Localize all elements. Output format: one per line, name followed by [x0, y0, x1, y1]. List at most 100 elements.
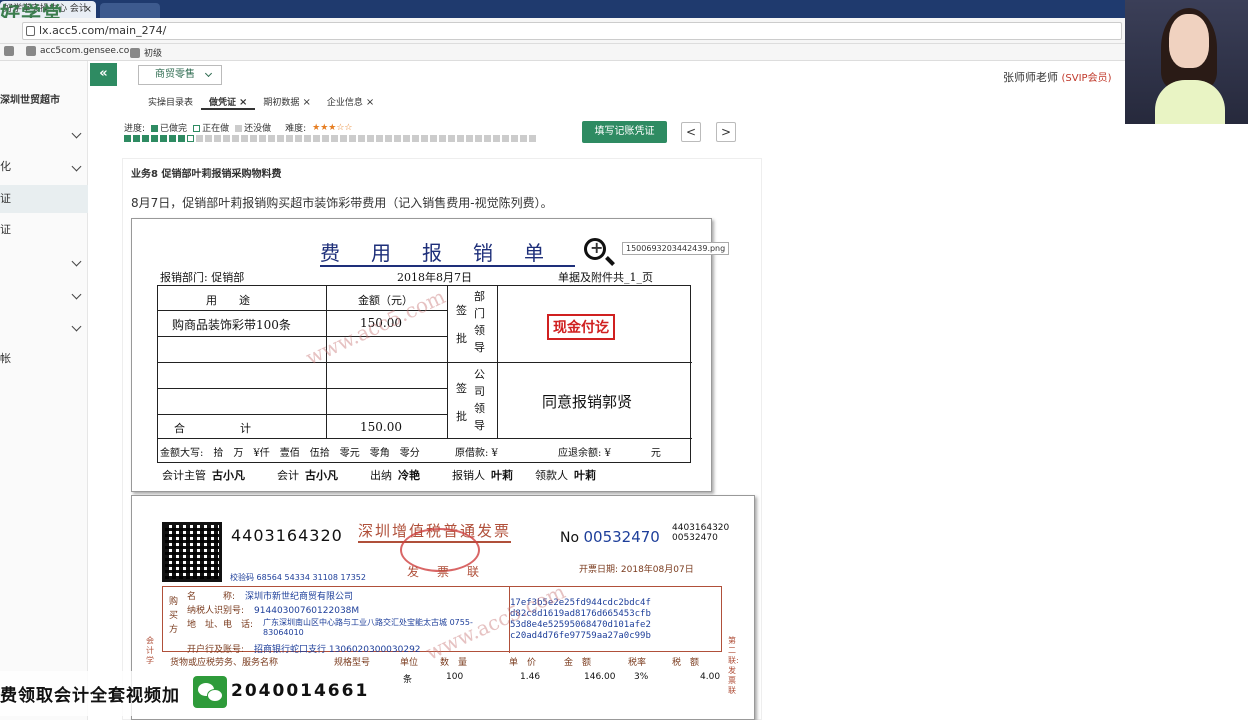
url-input[interactable]: lx.acc5.com/main_274/ — [22, 22, 1122, 40]
progress-cell[interactable] — [394, 135, 401, 142]
progress-cell[interactable] — [277, 135, 284, 142]
progress-cell[interactable] — [124, 135, 131, 142]
leader-char: 门 — [474, 307, 485, 320]
progress-cell[interactable] — [457, 135, 464, 142]
difficulty-label: 难度: — [285, 124, 307, 134]
sidebar-item-1[interactable] — [0, 120, 88, 148]
progress-cell[interactable] — [493, 135, 500, 142]
progress-cell[interactable] — [187, 135, 194, 142]
progress-cell[interactable] — [178, 135, 185, 142]
progress-cell[interactable] — [529, 135, 536, 142]
difficulty-stars: ★★★☆☆ — [312, 122, 353, 133]
progress-cell[interactable] — [250, 135, 257, 142]
progress-cell[interactable] — [448, 135, 455, 142]
wechat-icon — [193, 676, 227, 708]
progress-cell[interactable] — [313, 135, 320, 142]
sidebar-item-3[interactable]: 证 — [0, 185, 88, 213]
bookmark-chuji[interactable]: 初级 — [130, 46, 162, 59]
progress-cell[interactable] — [322, 135, 329, 142]
tab-directory[interactable]: 实操目录表 — [140, 92, 201, 110]
sidebar-item-5[interactable] — [0, 248, 88, 276]
leader-char: 领 — [474, 402, 485, 415]
progress-cell[interactable] — [475, 135, 482, 142]
close-icon[interactable]: × — [366, 97, 374, 108]
invoice-left-side: 会计学 — [146, 636, 154, 665]
bookmarks-bar: acc5com.gensee.co 初级 — [0, 44, 1125, 61]
progress-cell[interactable] — [340, 135, 347, 142]
tab-label: 做凭证 — [209, 98, 237, 108]
sidebar-item-7[interactable] — [0, 313, 88, 341]
sidebar-item-8[interactable]: 帐 — [0, 345, 88, 373]
progress-cell[interactable] — [466, 135, 473, 142]
bookmark-apps[interactable] — [4, 46, 14, 56]
sig-label: 会计 — [277, 469, 299, 482]
progress-cell[interactable] — [439, 135, 446, 142]
prev-button[interactable]: < — [681, 122, 701, 142]
store-name: 深圳世贸超市 — [0, 95, 60, 106]
invoice-no-value: 00532470 — [583, 528, 660, 546]
close-icon[interactable]: × — [239, 97, 247, 108]
progress-cell[interactable] — [376, 135, 383, 142]
progress-cell[interactable] — [142, 135, 149, 142]
info-icon[interactable] — [26, 26, 35, 36]
progress-cell[interactable] — [268, 135, 275, 142]
progress-cell[interactable] — [412, 135, 419, 142]
progress-cell[interactable] — [232, 135, 239, 142]
progress-cell[interactable] — [151, 135, 158, 142]
collapse-sidebar-button[interactable]: « — [90, 63, 117, 86]
progress-cell[interactable] — [304, 135, 311, 142]
progress-cell[interactable] — [430, 135, 437, 142]
progress-cell[interactable] — [259, 135, 266, 142]
browser-tab-inactive[interactable] — [100, 3, 160, 18]
progress-cell[interactable] — [214, 135, 221, 142]
progress-cell[interactable] — [331, 135, 338, 142]
goods-col-rate: 税率 — [628, 658, 647, 668]
chevron-down-icon — [71, 161, 82, 172]
tab-opening-data[interactable]: 期初数据 × — [255, 92, 318, 110]
webcam-video — [1125, 0, 1248, 124]
tab-voucher[interactable]: 做凭证 × — [201, 92, 256, 110]
todo-square-icon — [235, 125, 243, 132]
expense-form-image[interactable]: 费用报销单 报销部门: 促销部 2018年8月7日 单据及附件共_1_页 用 途… — [131, 218, 712, 492]
field-label: 名 称: — [187, 592, 236, 602]
next-button[interactable]: > — [716, 122, 736, 142]
progress-cell[interactable] — [223, 135, 230, 142]
close-icon[interactable]: × — [302, 97, 310, 108]
bookmark-label: acc5com.gensee.co — [40, 46, 130, 56]
product-dropdown[interactable]: 商贸零售 — [138, 65, 222, 85]
progress-cell[interactable] — [295, 135, 302, 142]
sidebar-item-label: 证 — [0, 192, 11, 205]
progress-cell[interactable] — [241, 135, 248, 142]
progress-cell[interactable] — [196, 135, 203, 142]
close-icon[interactable]: × — [84, 1, 92, 18]
progress-cell[interactable] — [367, 135, 374, 142]
company-leader: 公司领导 — [474, 366, 485, 434]
progress-cell[interactable] — [160, 135, 167, 142]
sidebar-item-2[interactable]: 化 — [0, 153, 88, 181]
zoom-in-icon[interactable] — [584, 238, 606, 260]
approve-char: 签 — [456, 382, 467, 395]
company-approve: 签批 — [456, 382, 467, 424]
sidebar-item-4[interactable]: 证 — [0, 216, 88, 244]
progress-cell[interactable] — [520, 135, 527, 142]
progress-cell[interactable] — [358, 135, 365, 142]
field-label: 地 址、电 话: — [187, 620, 254, 630]
progress-cell[interactable] — [169, 135, 176, 142]
progress-cell[interactable] — [286, 135, 293, 142]
progress-cell[interactable] — [484, 135, 491, 142]
progress-cell[interactable] — [421, 135, 428, 142]
progress-cell[interactable] — [511, 135, 518, 142]
qr-code-icon — [162, 522, 222, 582]
bookmark-gensee[interactable]: acc5com.gensee.co — [26, 46, 129, 56]
sidebar-item-6[interactable] — [0, 281, 88, 309]
progress-cell[interactable] — [133, 135, 140, 142]
progress-cell[interactable] — [403, 135, 410, 142]
tab-company-info[interactable]: 企业信息 × — [319, 92, 382, 110]
user-info[interactable]: 张师师老师 (SVIP会员) — [1003, 69, 1111, 85]
progress-cell[interactable] — [385, 135, 392, 142]
progress-cell[interactable] — [205, 135, 212, 142]
progress-cell[interactable] — [502, 135, 509, 142]
progress-bar — [124, 135, 536, 142]
progress-cell[interactable] — [349, 135, 356, 142]
fill-voucher-button[interactable]: 填写记账凭证 — [582, 121, 667, 143]
